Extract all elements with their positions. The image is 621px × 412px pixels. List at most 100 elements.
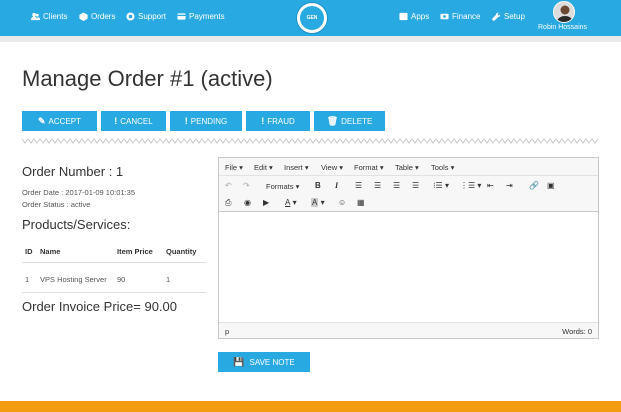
accept-button[interactable]: ✎ ACCEPT bbox=[22, 111, 97, 131]
exclamation-icon: ! bbox=[261, 116, 265, 126]
accept-button-label: ACCEPT bbox=[48, 116, 81, 126]
menu-format[interactable]: Format ▾ bbox=[354, 163, 384, 172]
nav-orders-label: Orders bbox=[91, 12, 116, 21]
cell-id: 1 bbox=[25, 275, 30, 284]
redo-icon[interactable]: ↷ bbox=[243, 181, 250, 190]
table-bottom-divider bbox=[22, 292, 206, 293]
undo-icon[interactable]: ↶ bbox=[225, 181, 232, 190]
avatar[interactable] bbox=[553, 1, 575, 23]
menu-edit[interactable]: Edit ▾ bbox=[254, 163, 273, 172]
menu-table[interactable]: Table ▾ bbox=[395, 163, 419, 172]
emoticon-icon[interactable]: ☺ bbox=[338, 198, 346, 207]
col-header-id: ID bbox=[25, 247, 33, 256]
editor-content-area[interactable] bbox=[219, 212, 598, 322]
nav-finance[interactable]: Finance bbox=[440, 12, 480, 21]
order-number: Order Number : 1 bbox=[22, 164, 124, 179]
bullet-list-icon[interactable]: ⁝☰ ▾ bbox=[433, 181, 449, 190]
formats-label: Formats bbox=[266, 182, 294, 191]
save-note-button[interactable]: 💾 SAVE NOTE bbox=[218, 352, 310, 372]
users-icon bbox=[31, 12, 40, 21]
nav-apps-label: Apps bbox=[411, 12, 430, 21]
cancel-button[interactable]: ! CANCEL bbox=[101, 111, 166, 131]
nav-payments-label: Payments bbox=[189, 12, 225, 21]
nav-clients[interactable]: Clients bbox=[31, 12, 67, 21]
menu-insert[interactable]: Insert ▾ bbox=[284, 163, 309, 172]
order-status: Order Status : active bbox=[22, 200, 91, 209]
user-name[interactable]: Robin Hossains bbox=[538, 24, 587, 31]
trash-icon: 🗑 bbox=[326, 115, 339, 126]
delete-button[interactable]: 🗑 DELETE bbox=[314, 111, 385, 131]
font-color-button[interactable]: A ▾ bbox=[285, 198, 297, 207]
note-editor: File ▾ Edit ▾ Insert ▾ View ▾ Format ▾ T… bbox=[218, 157, 599, 339]
brand-logo[interactable]: GEN bbox=[296, 2, 328, 34]
nav-setup[interactable]: Setup bbox=[492, 12, 525, 21]
align-right-icon[interactable]: ☰ bbox=[393, 181, 400, 190]
grid-icon bbox=[399, 12, 408, 21]
edit-icon: ✎ bbox=[38, 115, 46, 126]
nav-setup-label: Setup bbox=[504, 12, 525, 21]
editor-menubar: File ▾ Edit ▾ Insert ▾ View ▾ Format ▾ T… bbox=[219, 158, 598, 176]
image-icon[interactable]: ▣ bbox=[547, 181, 555, 190]
cube-icon bbox=[79, 12, 88, 21]
menu-file[interactable]: File ▾ bbox=[225, 163, 243, 172]
menu-tools[interactable]: Tools ▾ bbox=[431, 163, 454, 172]
exclamation-icon: ! bbox=[184, 116, 188, 126]
italic-button[interactable]: I bbox=[335, 181, 338, 190]
table-header-divider bbox=[22, 262, 206, 263]
wavy-divider bbox=[22, 138, 598, 144]
floppy-disk-icon: 💾 bbox=[233, 356, 245, 367]
formats-dropdown[interactable]: Formats ▾ bbox=[266, 182, 299, 191]
exclamation-icon: ! bbox=[114, 116, 118, 126]
table-icon[interactable]: ▦ bbox=[357, 198, 365, 207]
numbered-list-icon[interactable]: ⋮☰ ▾ bbox=[460, 181, 481, 190]
nav-payments[interactable]: Payments bbox=[177, 12, 225, 21]
nav-support[interactable]: Support bbox=[126, 12, 166, 21]
background-color-button[interactable]: A ▾ bbox=[311, 198, 325, 207]
page-title: Manage Order #1 (active) bbox=[22, 66, 273, 91]
col-header-name: Name bbox=[40, 247, 61, 256]
menu-table-label: Table bbox=[395, 163, 413, 172]
word-count: Words: 0 bbox=[562, 327, 592, 336]
products-heading: Products/Services: bbox=[22, 217, 131, 232]
wrench-icon bbox=[492, 12, 501, 21]
sub-header-strip bbox=[0, 36, 621, 42]
bold-button[interactable]: B bbox=[315, 181, 321, 190]
user-photo-icon bbox=[554, 2, 574, 22]
media-icon[interactable]: ▶ bbox=[263, 198, 269, 207]
nav-finance-label: Finance bbox=[452, 12, 481, 21]
preview-icon[interactable]: ◉ bbox=[244, 198, 251, 207]
pending-button-label: PENDING bbox=[190, 116, 228, 126]
menu-tools-label: Tools bbox=[431, 163, 449, 172]
outdent-icon[interactable]: ⇤ bbox=[487, 181, 494, 190]
cancel-button-label: CANCEL bbox=[120, 116, 153, 126]
nav-orders[interactable]: Orders bbox=[79, 12, 115, 21]
top-navbar: Clients Orders Support Payments GEN Apps… bbox=[0, 0, 621, 36]
cell-quantity: 1 bbox=[166, 275, 171, 284]
col-header-price: Item Price bbox=[117, 247, 153, 256]
nav-support-label: Support bbox=[138, 12, 167, 21]
align-center-icon[interactable]: ☰ bbox=[374, 181, 381, 190]
menu-format-label: Format bbox=[354, 163, 378, 172]
print-icon[interactable]: ⎙ bbox=[225, 198, 231, 208]
fraud-button[interactable]: ! FRAUD bbox=[246, 111, 310, 131]
link-icon[interactable]: 🔗 bbox=[529, 181, 539, 190]
element-path: p bbox=[225, 327, 230, 336]
delete-button-label: DELETE bbox=[341, 116, 373, 126]
align-left-icon[interactable]: ☰ bbox=[355, 181, 362, 190]
footer-bar bbox=[0, 401, 621, 412]
credit-card-icon bbox=[177, 13, 186, 20]
menu-insert-label: Insert bbox=[284, 163, 303, 172]
font-color-icon: A bbox=[285, 198, 291, 207]
col-header-quantity: Quantity bbox=[166, 247, 197, 256]
cell-price: 90 bbox=[117, 275, 126, 284]
nav-clients-label: Clients bbox=[43, 12, 68, 21]
menu-view[interactable]: View ▾ bbox=[321, 163, 343, 172]
logo-text: GEN bbox=[300, 6, 324, 30]
editor-toolbar: ↶ ↷ Formats ▾ B I ☰ ☰ ☰ ☰ ⁝☰ ▾ ⋮☰ ▾ ⇤ ⇥ … bbox=[219, 176, 598, 212]
menu-view-label: View bbox=[321, 163, 338, 172]
pending-button[interactable]: ! PENDING bbox=[170, 111, 242, 131]
nav-apps[interactable]: Apps bbox=[399, 12, 429, 21]
indent-icon[interactable]: ⇥ bbox=[506, 181, 513, 190]
fraud-button-label: FRAUD bbox=[267, 116, 295, 126]
align-justify-icon[interactable]: ☰ bbox=[412, 181, 419, 190]
